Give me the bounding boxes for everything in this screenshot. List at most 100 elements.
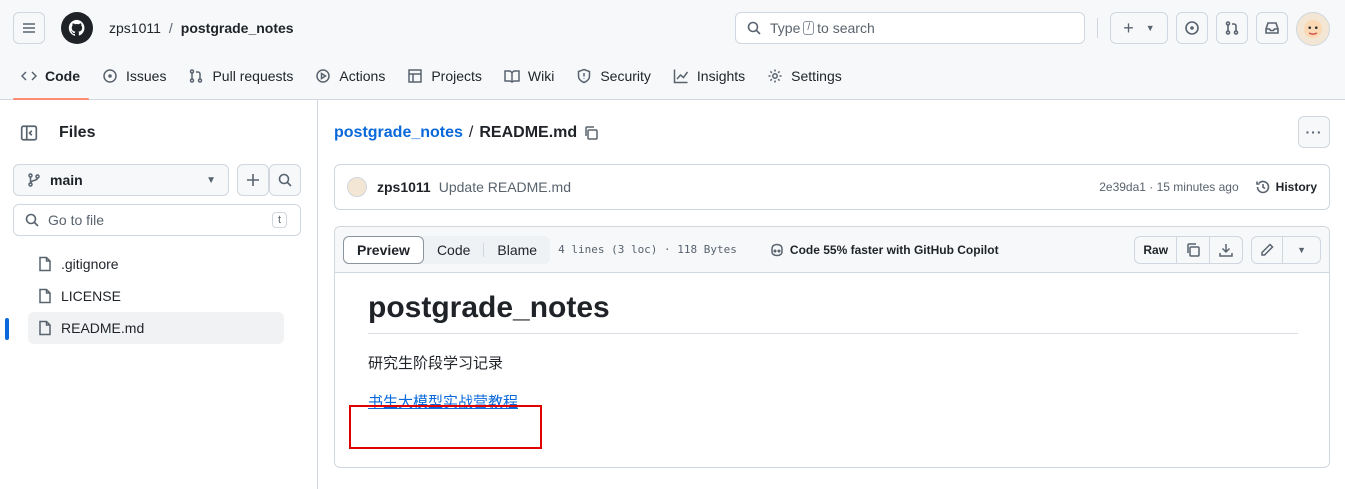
tab-insights[interactable]: Insights <box>665 58 754 94</box>
file-item-readme[interactable]: README.md <box>5 312 284 344</box>
view-mode-switch: Preview Code Blame <box>343 235 551 264</box>
inbox-icon <box>1265 22 1279 34</box>
search-input[interactable]: Type / to search <box>735 12 1085 44</box>
branch-selector[interactable]: main ▼ <box>13 164 229 196</box>
copy-icon <box>1187 242 1200 257</box>
tab-projects[interactable]: Projects <box>399 58 491 94</box>
raw-button[interactable]: Raw <box>1135 236 1178 263</box>
file-name: LICENSE <box>61 288 121 304</box>
file-name: README.md <box>61 320 145 336</box>
table-icon <box>408 69 423 83</box>
graph-icon <box>673 69 689 84</box>
preview-tab[interactable]: Preview <box>343 235 424 264</box>
tab-security[interactable]: Security <box>568 58 660 94</box>
code-tab[interactable]: Code <box>424 236 483 264</box>
file-name: .gitignore <box>61 256 119 272</box>
chevron-down-icon: ▼ <box>206 174 216 186</box>
header-divider <box>1097 18 1098 38</box>
tab-label: Code <box>45 68 80 84</box>
create-new-button[interactable]: + ▼ <box>1110 12 1168 44</box>
book-icon <box>504 70 520 83</box>
menu-button[interactable] <box>13 12 45 44</box>
copy-raw-button[interactable] <box>1177 236 1211 263</box>
readme-paragraph: 研究生阶段学习记录 <box>368 355 504 372</box>
go-to-file-shortcut: t <box>271 212 287 228</box>
history-icon <box>1255 180 1269 194</box>
markdown-body: postgrade_notes 研究生阶段学习记录 书生大模型实战营教程 <box>368 291 1298 412</box>
tab-settings[interactable]: Settings <box>759 58 851 94</box>
code-icon <box>21 71 37 81</box>
repo-link[interactable]: postgrade_notes <box>181 20 294 36</box>
user-avatar[interactable] <box>1296 12 1330 46</box>
commit-author-avatar[interactable] <box>347 177 367 197</box>
app-header: zps1011 / postgrade_notes Type / to sear… <box>0 0 1345 100</box>
history-label: History <box>1275 180 1317 194</box>
commit-meta[interactable]: 2e39da1 · 15 minutes ago <box>1099 180 1238 194</box>
search-icon <box>278 173 292 187</box>
search-suffix: to search <box>817 20 875 36</box>
pencil-icon <box>1261 242 1274 256</box>
issue-icon <box>103 69 117 83</box>
search-files-button[interactable] <box>269 164 301 196</box>
tab-label: Issues <box>126 68 167 84</box>
viewer-toolbar: Preview Code Blame 4 lines (3 loc) · 118… <box>335 227 1329 273</box>
issue-icon <box>1185 21 1199 35</box>
repo-root-link[interactable]: postgrade_notes <box>334 124 463 142</box>
highlight-annotation-box <box>349 405 542 449</box>
go-to-file-placeholder: Go to file <box>48 212 105 228</box>
go-to-file-input[interactable]: Go to file t <box>13 204 301 236</box>
play-icon <box>316 69 331 83</box>
pull-requests-button[interactable] <box>1216 12 1248 44</box>
pull-request-icon <box>190 69 203 83</box>
tab-wiki[interactable]: Wiki <box>496 58 563 94</box>
copilot-promo-link[interactable]: Code 55% faster with GitHub Copilot <box>769 242 999 258</box>
search-prefix: Type <box>770 20 801 36</box>
chevron-down-icon: ▼ <box>1297 244 1306 255</box>
history-button[interactable]: History <box>1255 179 1317 195</box>
current-file-name: README.md <box>479 124 578 141</box>
tab-issues[interactable]: Issues <box>94 58 175 94</box>
add-file-button[interactable] <box>237 164 269 196</box>
download-button[interactable] <box>1210 237 1242 263</box>
file-tree-sidebar: Files main ▼ Go to file t .gitignore LIC… <box>0 100 318 489</box>
copilot-icon <box>771 243 783 256</box>
kebab-horizontal-icon: ··· <box>1305 124 1323 140</box>
tab-actions[interactable]: Actions <box>307 58 394 94</box>
tab-label: Settings <box>791 68 842 84</box>
avatar-icon <box>1303 19 1323 39</box>
file-lines-info: 4 lines (3 loc) · 118 Bytes <box>558 243 737 256</box>
edit-more-dropdown[interactable]: ▼ <box>1283 237 1320 263</box>
commit-author[interactable]: zps1011 <box>377 179 431 195</box>
latest-commit-bar: zps1011 Update README.md 2e39da1 · 15 mi… <box>334 164 1330 210</box>
chevron-down-icon: ▼ <box>1145 23 1155 33</box>
file-item-license[interactable]: LICENSE <box>28 280 284 312</box>
file-path: postgrade_notes / README.md <box>334 124 599 142</box>
tab-label: Wiki <box>527 68 555 84</box>
more-options-button[interactable]: ··· <box>1298 116 1330 148</box>
breadcrumb: zps1011 / postgrade_notes <box>109 20 294 36</box>
github-logo-icon[interactable] <box>61 12 93 44</box>
collapse-sidebar-button[interactable] <box>13 117 45 149</box>
file-icon <box>39 288 51 304</box>
commit-message[interactable]: Update README.md <box>439 179 571 195</box>
tab-code[interactable]: Code <box>13 58 89 100</box>
download-icon <box>1219 243 1233 257</box>
owner-link[interactable]: zps1011 <box>109 20 161 36</box>
file-icon <box>39 320 51 336</box>
tab-label: Security <box>600 68 651 84</box>
raw-actions-group: Raw <box>1134 235 1244 264</box>
inbox-button[interactable] <box>1256 12 1288 44</box>
repo-tabs: Code Issues Pull requests Actions Projec… <box>13 58 856 100</box>
tab-label: Projects <box>431 68 482 84</box>
file-icon <box>39 256 51 272</box>
search-icon <box>747 21 761 35</box>
edit-file-button[interactable] <box>1252 236 1284 263</box>
blame-tab[interactable]: Blame <box>484 236 550 264</box>
copy-icon[interactable] <box>583 125 599 141</box>
tab-pull-requests[interactable]: Pull requests <box>180 58 302 94</box>
tab-label: Actions <box>339 68 386 84</box>
breadcrumb-separator: / <box>168 20 173 36</box>
file-item-gitignore[interactable]: .gitignore <box>28 248 284 280</box>
issues-button[interactable] <box>1176 12 1208 44</box>
sidebar-collapse-icon <box>20 125 38 141</box>
